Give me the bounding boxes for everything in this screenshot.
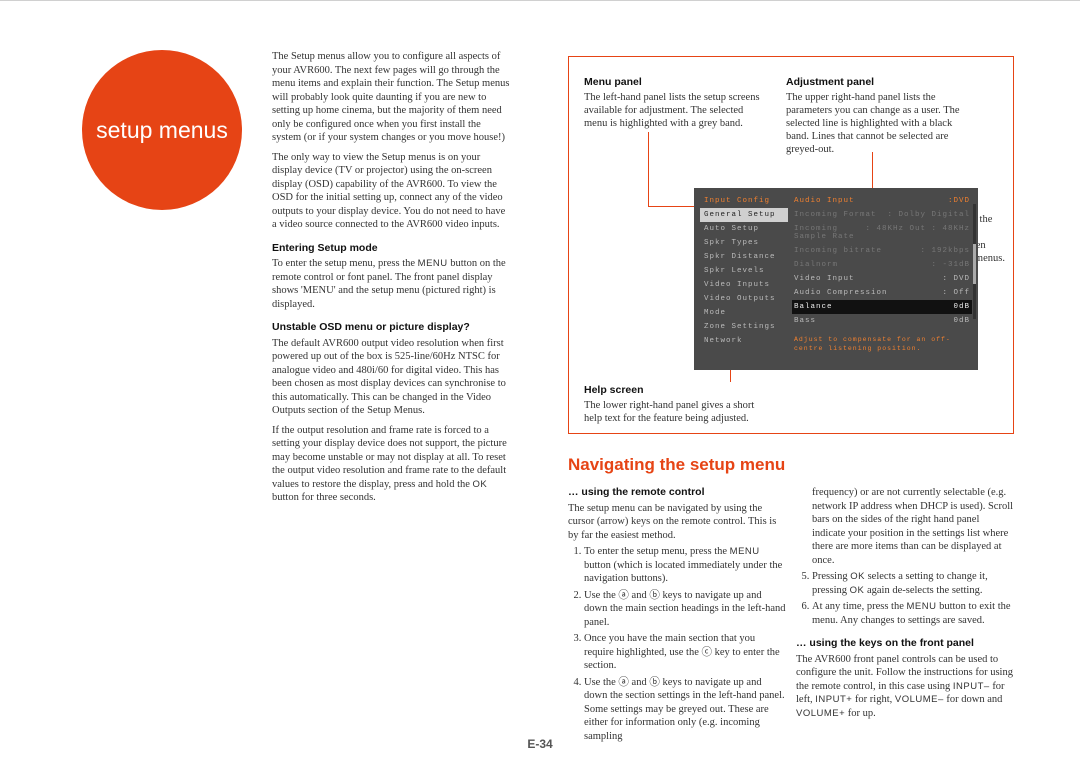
osd-menu-item: Spkr Levels [700, 264, 788, 278]
page-number: E-34 [0, 737, 1080, 751]
osd-menu-item: Zone Settings [700, 320, 788, 334]
nav-front-p: The AVR600 front panel controls can be u… [796, 653, 1014, 721]
osd-setting-row: Balance0dB [792, 300, 972, 314]
intro-p1: The Setup menus allow you to configure a… [272, 50, 510, 145]
osd-menu-item: Video Inputs [700, 278, 788, 292]
osd-menu-item: General Setup [700, 208, 788, 222]
title-circle: setup menus [82, 50, 242, 210]
ok-key: OK [473, 479, 488, 490]
li1: To enter the setup menu, press the MENU … [584, 545, 786, 586]
nav-heading: Navigating the setup menu [568, 458, 1014, 472]
osd-menu-list: Input ConfigGeneral SetupAuto SetupSpkr … [700, 194, 788, 364]
osd-menu-item: Auto Setup [700, 222, 788, 236]
callout-help-t: The lower right-hand panel gives a short… [584, 399, 774, 425]
callout-help-screen: Help screen The lower right-hand panel g… [584, 384, 774, 425]
callout-menu-panel: Menu panel The left-hand panel lists the… [584, 76, 766, 130]
nav-front-h: … using the keys on the front panel [796, 637, 1014, 651]
menu-key: MENU [418, 258, 448, 269]
title-circle-text: setup menus [96, 117, 228, 144]
t: If the output resolution and frame rate … [272, 425, 507, 490]
heading-entering: Entering Setup mode [272, 242, 510, 256]
osd-menu-item: Network [700, 334, 788, 348]
osd-setting-row: Bass0dB [792, 314, 972, 328]
left-column: The Setup menus allow you to configure a… [272, 50, 510, 511]
osd-scroll-thumb [973, 244, 976, 284]
callout-adj-h: Adjustment panel [786, 76, 976, 89]
osd-menu-item: Video Outputs [700, 292, 788, 306]
nav-remote-cont: frequency) or are not currently selectab… [812, 486, 1014, 567]
osd-menu-item: Spkr Distance [700, 250, 788, 264]
osd-setting-row: Audio Compression: Off [792, 286, 972, 300]
nav-remote-p: The setup menu can be navigated by using… [568, 502, 786, 543]
osd-panel: Input ConfigGeneral SetupAuto SetupSpkr … [694, 188, 978, 370]
callout-adj-t: The upper right-hand panel lists the par… [786, 91, 976, 156]
leader-line [648, 132, 649, 206]
top-rule [0, 0, 1080, 1]
osd-setting-row: Audio Input:DVD [792, 194, 972, 208]
heading-unstable: Unstable OSD menu or picture display? [272, 321, 510, 335]
osd-scrollbar [973, 204, 976, 319]
callout-menu-h: Menu panel [584, 76, 766, 89]
unstable-p2: If the output resolution and frame rate … [272, 424, 510, 505]
entering-p1: To enter the setup menu, press the MENU … [272, 257, 510, 311]
osd-menu-item: Spkr Types [700, 236, 788, 250]
lower-columns: Navigating the setup menu … using the re… [568, 458, 1014, 472]
li5: Pressing OK selects a setting to change … [812, 570, 1014, 597]
callout-adjustment-panel: Adjustment panel The upper right-hand pa… [786, 76, 976, 156]
callout-menu-t: The left-hand panel lists the setup scre… [584, 91, 766, 130]
osd-menu-item: Mode [700, 306, 788, 320]
t: To enter the setup menu, press the [272, 258, 418, 269]
osd-setting-row: Dialnorm: -31dB [792, 258, 972, 272]
osd-setting-row: Video Input: DVD [792, 272, 972, 286]
nav-remote-list: To enter the setup menu, press the MENU … [584, 545, 786, 743]
li3: Once you have the main section that you … [584, 632, 786, 673]
osd-setting-row: Incoming bitrate: 192kbps [792, 244, 972, 258]
osd-setting-row: Incoming Format: Dolby Digital [792, 208, 972, 222]
unstable-p1: The default AVR600 output video resoluti… [272, 337, 510, 418]
osd-setting-row: Incoming Sample Rate: 48KHz Out : 48KHz [792, 222, 972, 244]
callout-help-h: Help screen [584, 384, 774, 397]
nav-remote-list-cont: Pressing OK selects a setting to change … [812, 570, 1014, 627]
nav-remote-h: … using the remote control [568, 486, 786, 500]
osd-menu-item: Input Config [700, 194, 788, 208]
osd-settings-list: Audio Input:DVDIncoming Format: Dolby Di… [792, 194, 972, 364]
intro-p2: The only way to view the Setup menus is … [272, 151, 510, 232]
li6: At any time, press the MENU button to ex… [812, 600, 1014, 627]
osd-help-text: Adjust to compensate for an off-centre l… [792, 332, 972, 356]
t: button for three seconds. [272, 492, 376, 503]
li4: Use the ⓐ and ⓑ keys to navigate up and … [584, 676, 786, 744]
li2: Use the ⓐ and ⓑ keys to navigate up and … [584, 589, 786, 630]
